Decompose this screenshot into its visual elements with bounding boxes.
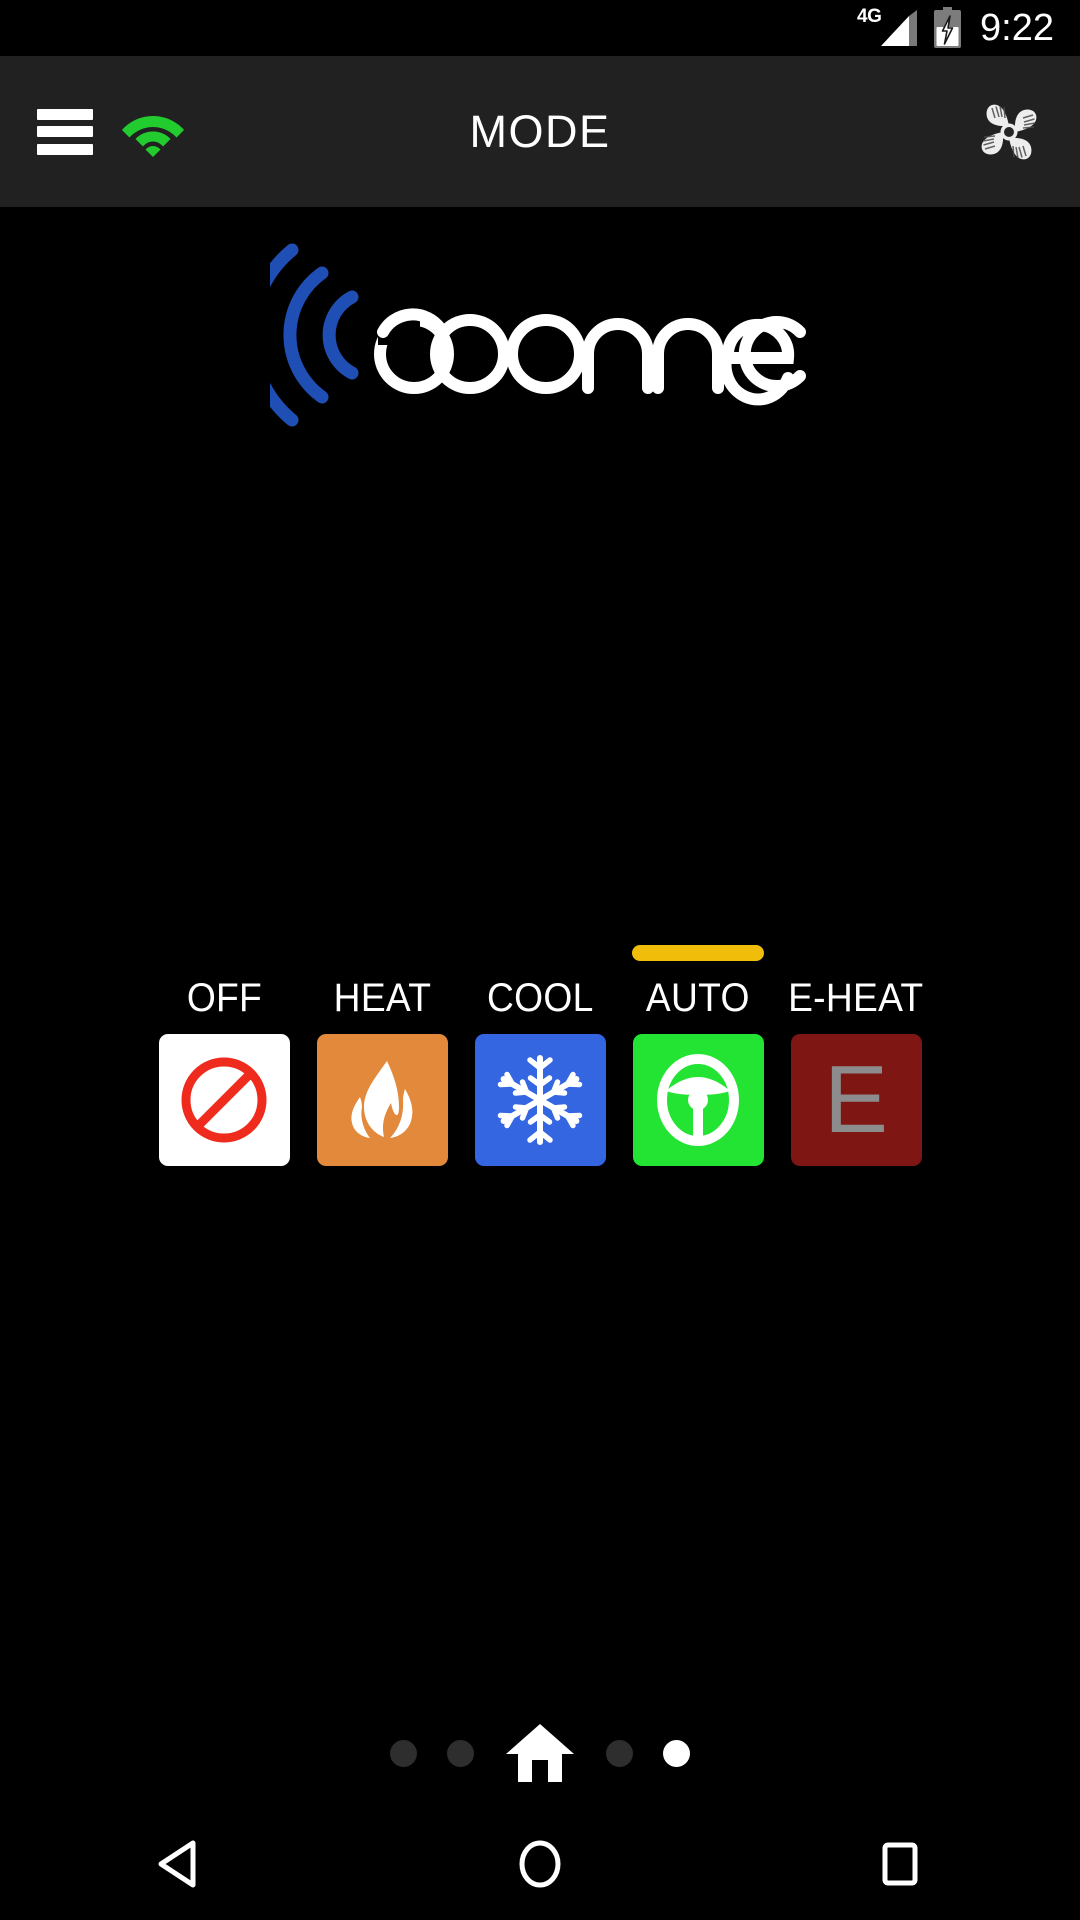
mode-option-heat[interactable]: HEAT	[316, 945, 448, 1166]
mode-tile-auto[interactable]	[632, 1034, 764, 1166]
selection-indicator-cool	[474, 945, 606, 961]
selection-indicator-heat	[316, 945, 448, 961]
home-icon[interactable]	[504, 1722, 576, 1784]
app-header-bar: MODE	[0, 56, 1080, 207]
home-circle-icon	[519, 1840, 561, 1888]
mode-label-eheat: E-HEAT	[788, 976, 924, 1020]
page-dot-5[interactable]	[663, 1739, 690, 1767]
network-type-label: 4G	[857, 6, 882, 27]
mode-option-cool[interactable]: COOL	[474, 945, 606, 1166]
recents-button[interactable]	[845, 1832, 955, 1896]
mode-label-off: OFF	[186, 976, 262, 1020]
mode-label-cool: COOL	[486, 976, 594, 1020]
mode-tile-heat[interactable]	[316, 1034, 448, 1166]
back-button[interactable]	[125, 1832, 235, 1896]
phone-screen: 4G 9:22 MODE OFF HEAT COOL AUTO E-HEAT E	[0, 0, 1080, 1920]
page-indicator	[0, 1722, 1080, 1784]
home-button[interactable]	[485, 1832, 595, 1896]
page-title: MODE	[469, 105, 611, 157]
mode-option-eheat[interactable]: E-HEAT E	[788, 945, 924, 1166]
selection-indicator-eheat	[790, 945, 922, 961]
mode-label-heat: HEAT	[333, 976, 431, 1020]
mode-tile-cool[interactable]	[474, 1034, 606, 1166]
fan-icon[interactable]	[970, 93, 1048, 171]
no-entry-icon	[181, 1057, 267, 1143]
snowflake-icon	[497, 1055, 583, 1145]
mode-button-row: OFF HEAT COOL AUTO E-HEAT E	[158, 945, 924, 1195]
letter-e-icon: E	[823, 1046, 889, 1153]
clock-label: 9:22	[980, 7, 1054, 49]
flame-icon	[351, 1061, 413, 1138]
page-dot-2[interactable]	[447, 1739, 474, 1767]
signal-bars-icon: 4G	[857, 7, 919, 48]
mode-option-off[interactable]: OFF	[158, 945, 290, 1166]
android-navigation-bar	[0, 1808, 1080, 1920]
logo-signal-arcs	[270, 243, 359, 427]
mode-tile-off[interactable]	[158, 1034, 290, 1166]
mode-option-auto[interactable]: AUTO	[632, 945, 764, 1166]
steering-wheel-icon	[657, 1054, 739, 1146]
battery-charging-icon	[934, 7, 962, 48]
status-bar: 4G 9:22	[0, 0, 1080, 56]
logo-wordmark	[374, 314, 724, 394]
page-dot-4[interactable]	[606, 1739, 633, 1767]
back-triangle-icon	[158, 1840, 196, 1888]
selection-indicator-auto	[632, 945, 764, 961]
page-dot-1[interactable]	[390, 1739, 417, 1767]
selection-indicator-off	[158, 945, 290, 961]
recents-square-icon	[882, 1842, 918, 1886]
mode-label-auto: AUTO	[646, 976, 750, 1020]
connect-logo	[0, 240, 1080, 430]
mode-tile-eheat[interactable]: E	[790, 1034, 922, 1166]
